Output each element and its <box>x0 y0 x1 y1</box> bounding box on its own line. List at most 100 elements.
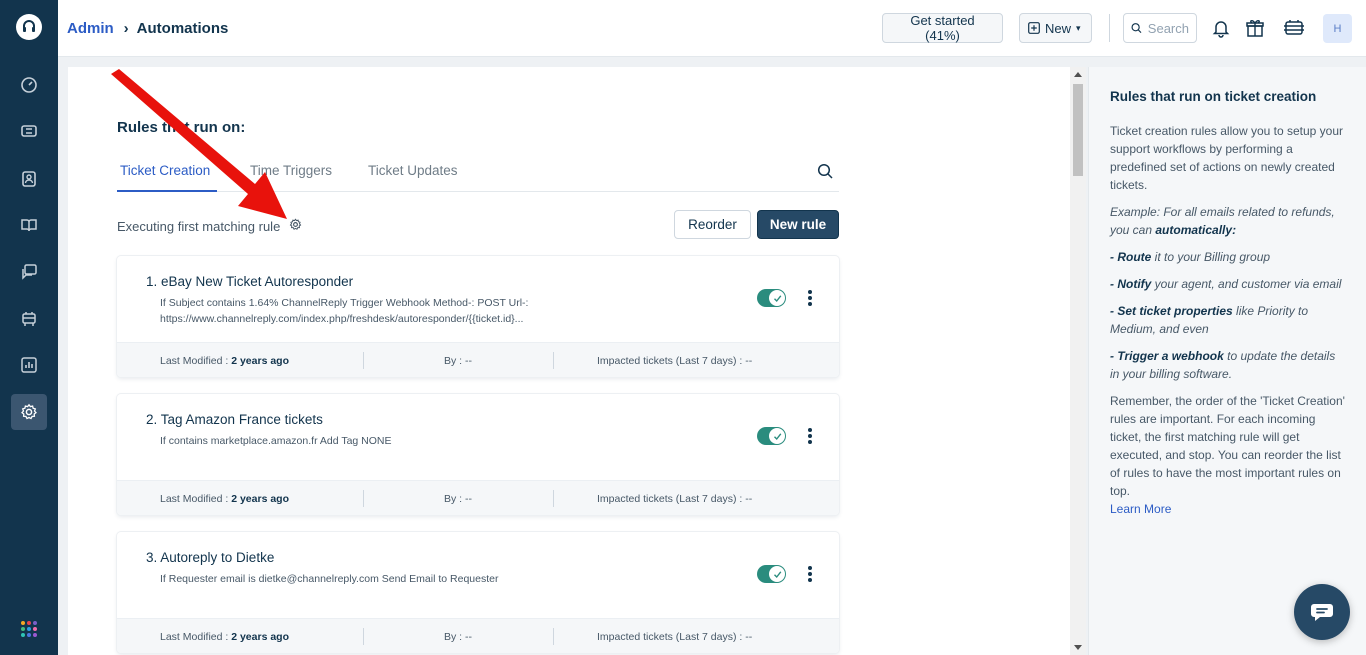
rule-footer: Last Modified : 2 years ago By : -- Impa… <box>117 480 839 515</box>
scroll-down-icon[interactable] <box>1074 645 1082 650</box>
footer-divider <box>553 490 554 507</box>
impacted-tickets: Impacted tickets (Last 7 days) : -- <box>597 631 753 643</box>
help-example-item: - Notify your agent, and customer via em… <box>1110 277 1342 291</box>
rule-description-line: If contains marketplace.amazon.fr Add Ta… <box>160 435 392 447</box>
rule-title[interactable]: 1. eBay New Ticket Autoresponder <box>146 274 353 289</box>
rules-heading: Rules that run on: <box>117 119 246 136</box>
reorder-button[interactable]: Reorder <box>674 210 751 239</box>
last-modified: Last Modified : 2 years ago <box>160 631 289 643</box>
main-scrollbar[interactable] <box>1070 67 1086 655</box>
last-modified-value: 2 years ago <box>231 355 289 367</box>
left-navigation <box>0 0 58 655</box>
scrollbar-thumb[interactable] <box>1073 84 1083 176</box>
help-body: Ticket creation rules allow you to setup… <box>1110 122 1345 518</box>
help-example-item: - Set ticket properties like Priority to… <box>1110 304 1309 336</box>
chat-icon[interactable] <box>1294 584 1350 640</box>
help-remember: Remember, the order of the 'Ticket Creat… <box>1110 394 1345 498</box>
bell-icon[interactable] <box>1209 16 1233 40</box>
help-title: Rules that run on ticket creation <box>1110 89 1317 104</box>
scroll-up-icon[interactable] <box>1074 72 1082 77</box>
admin-gear-icon[interactable] <box>11 394 47 430</box>
more-options-icon[interactable] <box>805 427 815 445</box>
apps-grid-icon[interactable] <box>20 620 38 638</box>
last-modified-value: 2 years ago <box>231 631 289 643</box>
dashboard-icon[interactable] <box>11 67 47 103</box>
last-modified: Last Modified : 2 years ago <box>160 355 289 367</box>
impacted-tickets: Impacted tickets (Last 7 days) : -- <box>597 355 753 367</box>
last-modified-value: 2 years ago <box>231 493 289 505</box>
rule-enabled-toggle[interactable] <box>757 427 786 445</box>
automations-panel: Rules that run on: Ticket Creation Time … <box>68 67 1070 655</box>
impacted-tickets: Impacted tickets (Last 7 days) : -- <box>597 493 753 505</box>
reports-icon[interactable] <box>11 347 47 383</box>
rule-title[interactable]: 3. Autoreply to Dietke <box>146 550 274 565</box>
check-icon <box>769 290 785 306</box>
get-started-button[interactable]: Get started (41%) <box>882 13 1003 43</box>
rule-card[interactable]: 1. eBay New Ticket Autoresponder If Subj… <box>117 256 839 377</box>
chevron-down-icon: ▾ <box>1076 22 1081 33</box>
check-icon <box>769 428 785 444</box>
rule-description-line: If Subject contains 1.64% ChannelReply T… <box>160 297 529 309</box>
rule-tabs: Ticket Creation Time Triggers Ticket Upd… <box>117 155 839 192</box>
search-icon <box>1131 23 1142 34</box>
rule-description-line: https://www.channelreply.com/index.php/f… <box>160 313 524 325</box>
footer-divider <box>553 628 554 645</box>
more-options-icon[interactable] <box>805 289 815 307</box>
modified-by: By : -- <box>444 355 472 367</box>
rule-description-line: If Requester email is dietke@channelrepl… <box>160 573 499 585</box>
plus-box-icon <box>1028 22 1040 34</box>
help-example: Example: For all emails related to refun… <box>1110 205 1335 237</box>
breadcrumb: Admin › Automations <box>67 20 228 37</box>
contacts-icon[interactable] <box>11 161 47 197</box>
footer-divider <box>363 490 364 507</box>
help-example-item: - Route it to your Billing group <box>1110 250 1271 264</box>
gift-icon[interactable] <box>1243 16 1267 40</box>
tab-ticket-updates[interactable]: Ticket Updates <box>368 163 458 178</box>
tickets-icon[interactable] <box>11 113 47 149</box>
rule-enabled-toggle[interactable] <box>757 289 786 307</box>
breadcrumb-separator-icon: › <box>123 20 129 37</box>
new-button[interactable]: New ▾ <box>1019 13 1092 43</box>
avatar[interactable]: H <box>1323 14 1352 43</box>
rule-description: If Requester email is dietke@channelrepl… <box>160 571 560 587</box>
new-button-label: New <box>1045 20 1072 36</box>
search-placeholder: Search <box>1147 20 1189 36</box>
conversations-icon[interactable] <box>11 254 47 290</box>
execution-mode-label: Executing first matching rule <box>117 218 281 234</box>
tab-ticket-creation[interactable]: Ticket Creation <box>120 163 210 178</box>
rule-title[interactable]: 2. Tag Amazon France tickets <box>146 412 323 427</box>
rule-footer: Last Modified : 2 years ago By : -- Impa… <box>117 618 839 653</box>
modified-by: By : -- <box>444 631 472 643</box>
help-intro: Ticket creation rules allow you to setup… <box>1110 124 1343 192</box>
learn-more-link[interactable]: Learn More <box>1110 500 1345 518</box>
solutions-icon[interactable] <box>11 207 47 243</box>
modified-by: By : -- <box>444 493 472 505</box>
rule-card[interactable]: 3. Autoreply to Dietke If Requester emai… <box>117 532 839 653</box>
help-panel: Rules that run on ticket creation Ticket… <box>1088 67 1366 655</box>
tools-icon[interactable] <box>1282 16 1306 40</box>
new-rule-button[interactable]: New rule <box>757 210 839 239</box>
rule-card[interactable]: 2. Tag Amazon France tickets If contains… <box>117 394 839 515</box>
team-icon[interactable] <box>11 301 47 337</box>
tab-time-triggers[interactable]: Time Triggers <box>250 163 332 178</box>
top-header: Admin › Automations Get started (41%) Ne… <box>58 0 1366 57</box>
rule-description: If contains marketplace.amazon.fr Add Ta… <box>160 433 560 449</box>
check-icon <box>769 566 785 582</box>
headset-logo-icon[interactable] <box>16 14 42 40</box>
help-example-item: - Trigger a webhook to update the detail… <box>1110 349 1336 381</box>
search-input[interactable]: Search <box>1123 13 1197 43</box>
last-modified: Last Modified : 2 years ago <box>160 493 289 505</box>
settings-gear-icon[interactable] <box>289 218 302 234</box>
rule-enabled-toggle[interactable] <box>757 565 786 583</box>
page-title: Automations <box>136 20 229 37</box>
header-divider <box>1109 14 1110 42</box>
rules-search-icon[interactable] <box>817 163 833 184</box>
rule-description: If Subject contains 1.64% ChannelReply T… <box>160 295 560 327</box>
rule-footer: Last Modified : 2 years ago By : -- Impa… <box>117 342 839 377</box>
execution-mode: Executing first matching rule <box>117 218 302 234</box>
footer-divider <box>363 352 364 369</box>
more-options-icon[interactable] <box>805 565 815 583</box>
active-tab-indicator <box>117 190 217 192</box>
footer-divider <box>553 352 554 369</box>
breadcrumb-admin-link[interactable]: Admin <box>67 20 114 37</box>
